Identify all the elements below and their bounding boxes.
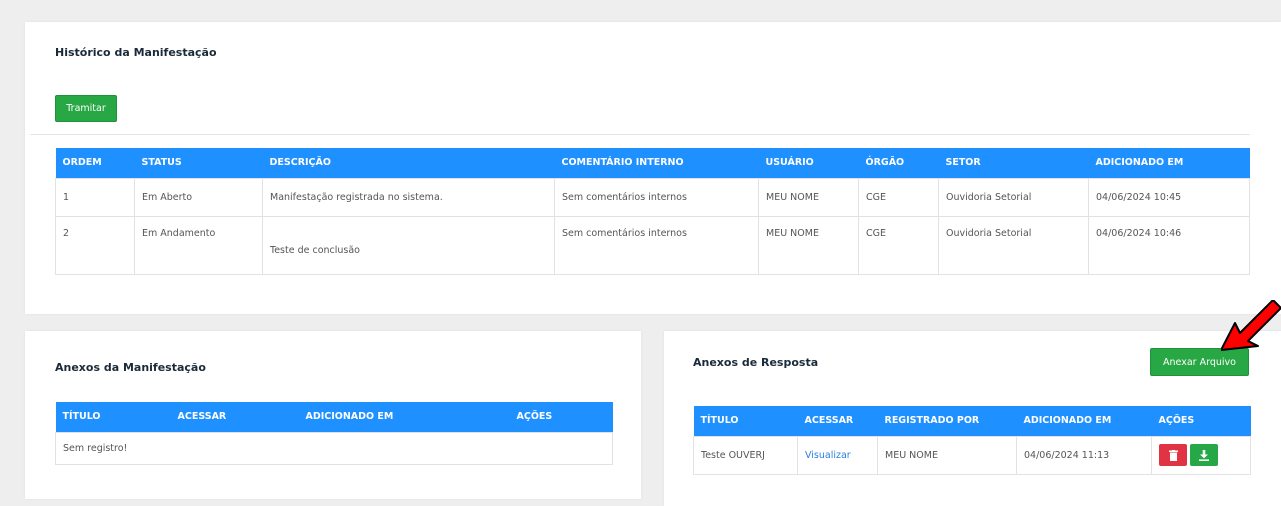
cell-comentario: Sem comentários internos [554,177,759,217]
col-comentario: COMENTÁRIO INTERNO [554,148,759,178]
history-table: ORDEM STATUS DESCRIÇÃO COMENTÁRIO INTERN… [55,148,1250,275]
cell-descricao: Manifestação registrada no sistema. [262,177,555,217]
col-status: STATUS [134,148,263,178]
cell-status: Em Andamento [134,215,263,275]
cell-descricao: Teste de conclusão [262,215,555,275]
history-divider [30,134,1250,135]
cell-setor: Ouvidoria Setorial [938,177,1089,217]
col-acessar: ACESSAR [797,406,878,436]
col-orgao: ÓRGÃO [858,148,939,178]
history-header-row: ORDEM STATUS DESCRIÇÃO COMENTÁRIO INTERN… [55,148,1250,178]
delete-button[interactable] [1159,444,1187,466]
col-acoes: AÇÕES [509,402,613,432]
cell-adicionado: 04/06/2024 10:46 [1088,215,1250,275]
cell-acessar: Visualizar [797,435,878,475]
attachments-header-row: TÍTULO ACESSAR ADICIONADO EM AÇÕES [55,402,613,432]
col-titulo: TÍTULO [693,406,798,436]
cell-usuario: MEU NOME [758,215,859,275]
cell-titulo: Teste OUVERJ [693,435,798,475]
download-button[interactable] [1190,444,1218,466]
cell-adicionado: 04/06/2024 10:45 [1088,177,1250,217]
cell-registrado: MEU NOME [877,435,1017,475]
cell-status: Em Aberto [134,177,263,217]
cell-acoes [1151,435,1251,475]
cell-ordem: 1 [55,177,135,217]
table-row: 1 Em Aberto Manifestação registrada no s… [55,177,1250,217]
cell-setor: Ouvidoria Setorial [938,215,1089,275]
cell-adicionado: 04/06/2024 11:13 [1016,435,1152,475]
col-ordem: ORDEM [55,148,135,178]
attachments-title: Anexos da Manifestação [55,361,206,374]
col-adicionado: ADICIONADO EM [1088,148,1250,178]
trash-icon [1168,449,1178,461]
table-row: Teste OUVERJ Visualizar MEU NOME 04/06/2… [693,435,1251,475]
col-adicionado: ADICIONADO EM [298,402,510,432]
col-usuario: USUÁRIO [758,148,859,178]
tramitar-button[interactable]: Tramitar [55,95,117,122]
col-adicionado: ADICIONADO EM [1016,406,1152,436]
red-arrow-annotation [1221,300,1281,351]
cell-comentario: Sem comentários internos [554,215,759,275]
col-acoes: AÇÕES [1151,406,1251,436]
view-link[interactable]: Visualizar [805,450,851,461]
table-row: 2 Em Andamento Teste de conclusão Sem co… [55,215,1250,275]
cell-orgao: CGE [858,177,939,217]
history-title: Histórico da Manifestação [55,46,217,59]
download-icon [1199,449,1209,461]
reply-header-row: TÍTULO ACESSAR REGISTRADO POR ADICIONADO… [693,406,1251,436]
col-acessar: ACESSAR [170,402,299,432]
empty-message: Sem registro! [55,431,613,465]
reply-attachments-title: Anexos de Resposta [693,356,819,369]
cell-orgao: CGE [858,215,939,275]
attachments-table: TÍTULO ACESSAR ADICIONADO EM AÇÕES Sem r… [55,402,613,465]
table-row: Sem registro! [55,431,613,465]
cell-usuario: MEU NOME [758,177,859,217]
col-titulo: TÍTULO [55,402,171,432]
col-registrado: REGISTRADO POR [877,406,1017,436]
col-descricao: DESCRIÇÃO [262,148,555,178]
cell-ordem: 2 [55,215,135,275]
col-setor: SETOR [938,148,1089,178]
reply-attachments-table: TÍTULO ACESSAR REGISTRADO POR ADICIONADO… [693,406,1251,475]
